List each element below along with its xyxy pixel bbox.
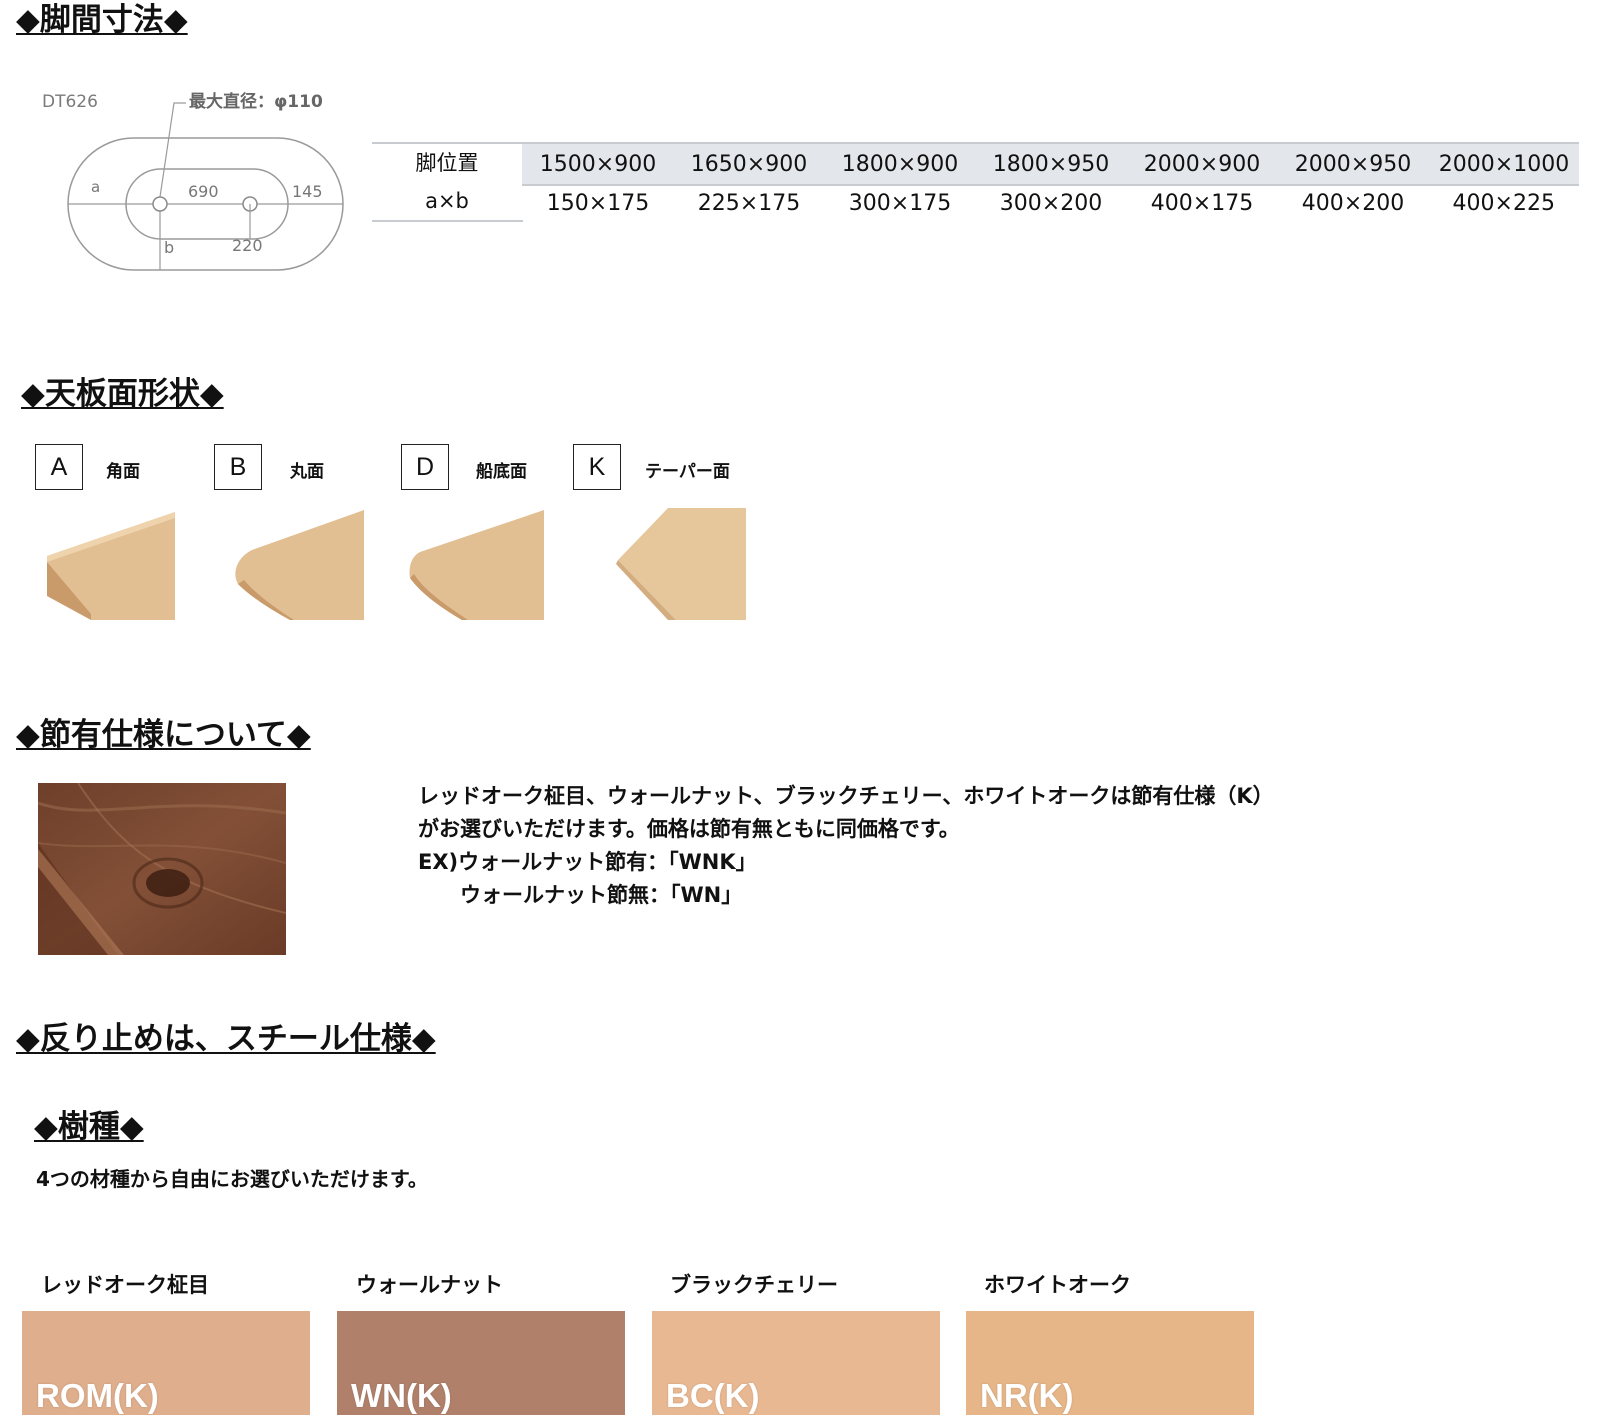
- row-header-line1: 脚位置: [415, 151, 479, 175]
- section-heading-species: ◆樹種◆: [34, 1109, 144, 1145]
- position-cell: 400×225: [1452, 191, 1555, 216]
- size-header: 2000×950: [1277, 143, 1429, 185]
- max-diameter-label: 最大直径：φ110: [189, 91, 323, 112]
- species-swatch-nr: NR(K): [966, 1311, 1254, 1415]
- shape-label-d: 船底面: [476, 462, 527, 482]
- species-name-rom: レッドオーク柾目: [41, 1273, 209, 1297]
- species-code-nr: NR(K): [980, 1377, 1074, 1414]
- square-edge-wood-icon: [47, 512, 175, 620]
- position-cell: 400×175: [1150, 191, 1254, 216]
- size-header: 1800×900: [824, 143, 976, 185]
- species-swatch-wn: WN(K): [337, 1311, 625, 1415]
- species-code-bc: BC(K): [666, 1377, 760, 1414]
- knot-text-line4: ウォールナット節無：「WN」: [460, 883, 743, 907]
- table-row-header: 脚位置 a×b: [372, 142, 523, 222]
- species-name-wn: ウォールナット: [356, 1273, 503, 1297]
- walnut-knot-sample-image: [38, 783, 286, 955]
- taper-edge-wood-icon: [616, 508, 746, 620]
- shape-code-b: B: [214, 444, 262, 490]
- size-header: 1800×950: [975, 143, 1127, 185]
- section-heading-top-shape: ◆天板面形状◆: [21, 376, 224, 412]
- dim-a-label: a: [91, 178, 100, 196]
- shape-code-k: K: [573, 444, 621, 490]
- oval-table-diagram: DT626 最大直径：φ110 a b 690 145 220: [42, 91, 344, 271]
- knot-text-line3: EX)ウォールナット節有：「WNK」: [418, 850, 757, 874]
- dim-145-label: 145: [292, 182, 323, 201]
- dim-690-label: 690: [188, 182, 219, 201]
- species-swatch-bc: BC(K): [652, 1311, 940, 1415]
- section-heading-warp-stopper: ◆反り止めは、スチール仕様◆: [16, 1021, 436, 1057]
- knot-text-line1: レッドオーク柾目、ウォールナット、ブラックチェリー、ホワイトオークは節有仕様（K…: [418, 784, 1274, 808]
- size-header: 2000×900: [1126, 143, 1278, 185]
- leg-point-1: [152, 196, 168, 212]
- size-header: 2000×1000: [1428, 143, 1579, 185]
- section-heading-knot-spec: ◆節有仕様について◆: [16, 717, 311, 753]
- species-name-bc: ブラックチェリー: [670, 1273, 838, 1297]
- knot-text-line2: がお選びいただけます。価格は節有無ともに同価格です。: [418, 817, 960, 841]
- shape-label-b: 丸面: [290, 462, 324, 482]
- leg-position-table: 脚位置 a×b 1500×900 1650×900 1800×900 1800×…: [372, 142, 1579, 222]
- species-code-rom: ROM(K): [36, 1377, 159, 1414]
- section-heading-leg-span: ◆脚間寸法◆: [16, 2, 188, 38]
- shape-code-d: D: [401, 444, 449, 490]
- species-swatch-rom: ROM(K): [22, 1311, 310, 1415]
- species-code-wn: WN(K): [351, 1377, 452, 1414]
- leg-position-diagram: DT626 最大直径：φ110 a b 690 145 220: [36, 85, 356, 275]
- species-name-nr: ホワイトオーク: [984, 1273, 1131, 1297]
- model-label: DT626: [42, 92, 98, 112]
- boat-bottom-edge-wood-icon: [409, 510, 544, 620]
- shape-label-k: テーパー面: [645, 462, 730, 482]
- position-cell: 225×175: [697, 191, 801, 216]
- row-header-line2: a×b: [425, 189, 469, 213]
- position-cell: 400×200: [1301, 191, 1405, 216]
- knot-spec-description: レッドオーク柾目、ウォールナット、ブラックチェリー、ホワイトオークは節有仕様（K…: [418, 780, 1274, 912]
- size-header: 1650×900: [673, 143, 825, 185]
- shape-label-a: 角面: [106, 462, 140, 482]
- dim-b-label: b: [164, 238, 174, 257]
- shape-code-a: A: [35, 444, 83, 490]
- species-description: 4つの材種から自由にお選びいただけます。: [36, 1167, 428, 1191]
- size-header: 1500×900: [522, 143, 674, 185]
- position-cell: 300×175: [848, 191, 952, 216]
- dim-220-label: 220: [232, 236, 263, 255]
- position-cell: 150×175: [546, 191, 650, 216]
- round-edge-wood-icon: [235, 510, 364, 620]
- position-cell: 300×200: [999, 191, 1103, 216]
